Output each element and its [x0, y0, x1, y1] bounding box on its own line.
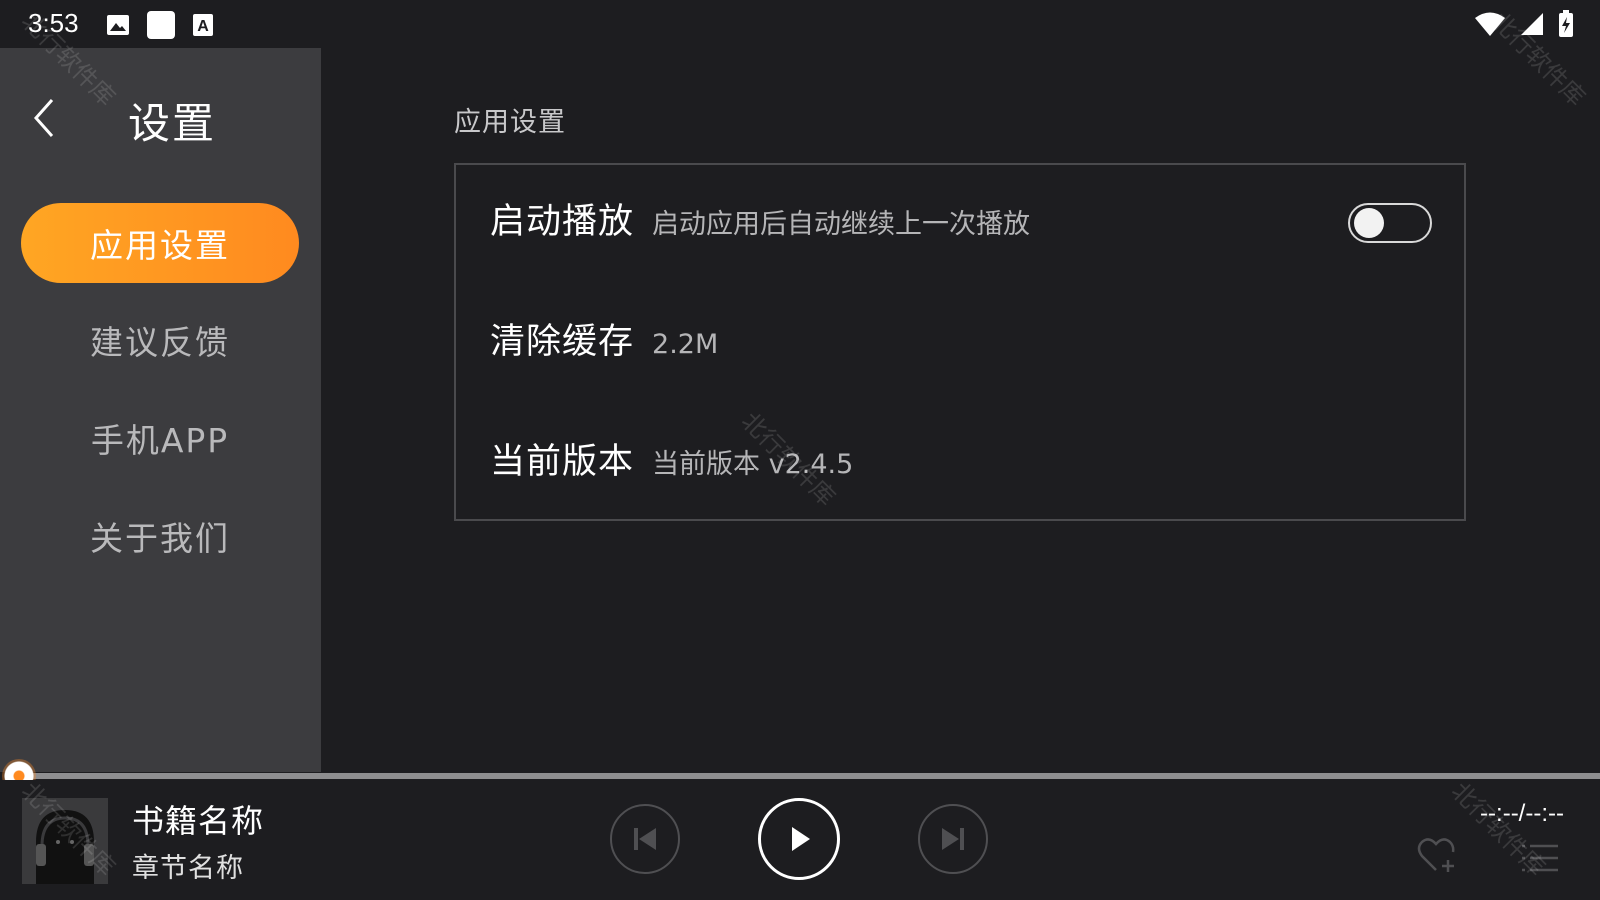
progress-track[interactable] — [18, 773, 1600, 779]
wifi-icon — [1475, 12, 1505, 36]
status-time: 3:53 — [28, 8, 79, 38]
skip-next-icon — [942, 828, 964, 850]
section-title: 应用设置 — [454, 107, 566, 138]
autoplay-toggle[interactable] — [1348, 203, 1432, 243]
main-content: 应用设置 启动播放 启动应用后自动继续上一次播放 清除缓存 2.2M 当前版本 … — [321, 48, 1600, 772]
cache-size: 2.2M — [652, 329, 719, 360]
text-a-icon: A — [193, 14, 213, 36]
next-button[interactable] — [918, 804, 988, 874]
time-readout: --:--/--:-- — [1480, 800, 1564, 827]
sidebar-item-label: 关于我们 — [90, 519, 230, 558]
play-button[interactable] — [758, 798, 840, 880]
setting-label: 清除缓存 — [490, 322, 635, 362]
setting-label: 当前版本 — [490, 442, 635, 482]
sidebar-item-label: 应用设置 — [90, 226, 230, 265]
app-root: 3:53 A 设置 应用设置 建议反馈 手机APP 关于我们 应用设置 启动播放… — [0, 0, 1600, 900]
setting-row-autoplay: 启动播放 启动应用后自动继续上一次播放 — [490, 193, 1030, 253]
sidebar: 设置 应用设置 建议反馈 手机APP 关于我们 — [0, 48, 321, 772]
chapter-title: 章节名称 — [132, 853, 244, 884]
playlist-icon — [1522, 844, 1558, 872]
heart-add-icon — [1417, 838, 1455, 872]
settings-card: 启动播放 启动应用后自动继续上一次播放 清除缓存 2.2M 当前版本 当前版本 … — [454, 163, 1466, 521]
setting-description: 启动应用后自动继续上一次播放 — [652, 209, 1031, 240]
setting-row-version: 当前版本 当前版本 v2.4.5 — [490, 433, 853, 493]
sidebar-item-label: 建议反馈 — [90, 323, 230, 362]
book-title: 书籍名称 — [132, 802, 265, 840]
sidebar-item-feedback[interactable]: 建议反馈 — [21, 300, 299, 380]
headphone-avatar-icon — [22, 798, 108, 884]
book-cover[interactable] — [22, 798, 108, 884]
status-bar: 3:53 A — [0, 0, 1600, 48]
svg-text:A: A — [197, 18, 209, 35]
toggle-knob — [1354, 208, 1384, 238]
play-icon — [792, 827, 810, 851]
skip-previous-icon — [634, 828, 656, 850]
back-button[interactable] — [26, 96, 62, 140]
favorite-button[interactable] — [1416, 836, 1458, 876]
setting-label: 启动播放 — [490, 202, 635, 242]
previous-button[interactable] — [610, 804, 680, 874]
page-title: 设置 — [128, 99, 217, 148]
sidebar-item-mobile-app[interactable]: 手机APP — [21, 398, 299, 478]
status-icons-right — [1474, 10, 1574, 38]
status-icons-left: A — [106, 10, 214, 40]
player-bar: 书籍名称 章节名称 --:--/--:-- — [0, 780, 1600, 900]
version-text: 当前版本 v2.4.5 — [652, 449, 854, 480]
battery-charging-icon — [1559, 10, 1573, 37]
signal-icon — [1521, 13, 1543, 35]
chevron-left-icon — [33, 99, 54, 137]
playlist-button[interactable] — [1520, 840, 1560, 876]
sidebar-item-app-settings[interactable]: 应用设置 — [21, 203, 299, 283]
setting-row-clear-cache[interactable]: 清除缓存 2.2M — [490, 313, 718, 373]
image-icon — [107, 15, 129, 35]
sidebar-item-label: 手机APP — [90, 421, 230, 460]
sidebar-item-about-us[interactable]: 关于我们 — [21, 496, 299, 576]
square-icon — [147, 11, 175, 39]
